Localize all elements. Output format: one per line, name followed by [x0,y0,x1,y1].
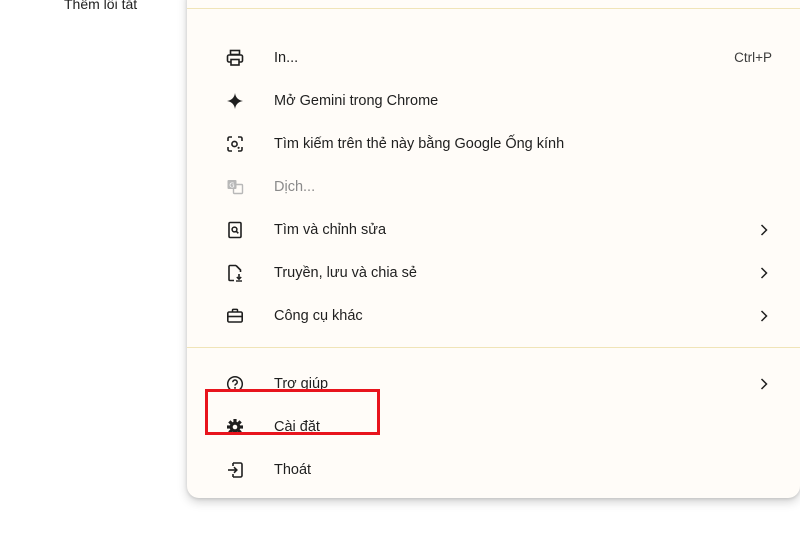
chevron-right-icon [758,266,770,279]
find-edit-icon [225,220,245,240]
google-lens-icon [225,134,245,154]
background-shortcut-label: Thêm lối tắt [64,0,138,12]
translate-icon: G [225,177,245,197]
menu-item-exit[interactable]: Thoát [187,448,800,491]
toolbox-icon [225,306,245,326]
menu-item-label: Tìm và chỉnh sửa [274,221,387,238]
menu-item-label: Công cụ khác [274,307,363,324]
menu-item-cast-save-share[interactable]: Truyền, lưu và chia sẻ [187,251,800,294]
exit-icon [225,460,245,480]
menu-divider [187,347,800,348]
chevron-right-icon [758,223,770,236]
chevron-right-icon [758,377,770,390]
menu-item-label: Tìm kiếm trên thẻ này bằng Google Ống kí… [274,135,565,152]
chevron-right-icon [758,309,770,322]
gemini-sparkle-icon [225,91,245,111]
settings-highlight-box [205,389,380,435]
cast-save-share-icon [225,263,245,283]
menu-item-label: Mở Gemini trong Chrome [274,92,439,109]
menu-item-label: Thoát [274,461,312,478]
menu-item-label: Truyền, lưu và chia sẻ [274,264,417,281]
menu-divider [187,8,800,9]
print-icon [225,48,245,68]
svg-text:G: G [229,181,234,189]
menu-item-google-lens[interactable]: Tìm kiếm trên thẻ này bằng Google Ống kí… [187,122,800,165]
menu-item-translate[interactable]: G Dịch... [187,165,800,208]
menu-item-print[interactable]: In... Ctrl+P [187,36,800,79]
menu-item-more-tools[interactable]: Công cụ khác [187,294,800,337]
menu-item-label: In... [274,49,299,66]
menu-item-shortcut: Ctrl+P [734,50,772,65]
menu-item-label: Dịch... [274,178,316,195]
menu-item-find-edit[interactable]: Tìm và chỉnh sửa [187,208,800,251]
menu-item-gemini[interactable]: Mở Gemini trong Chrome [187,79,800,122]
